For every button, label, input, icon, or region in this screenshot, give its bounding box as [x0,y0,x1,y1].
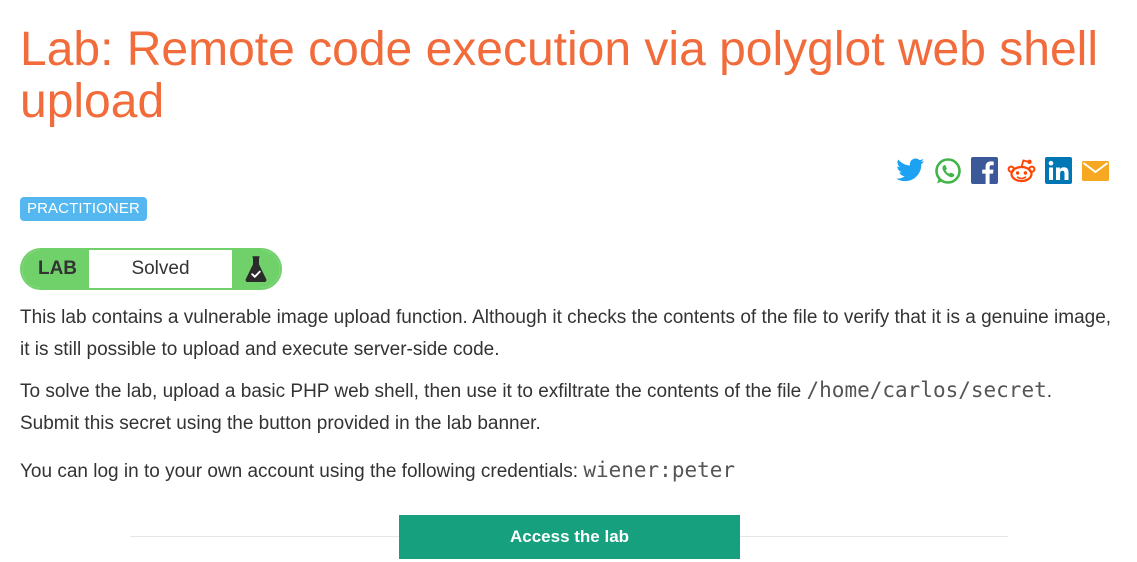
credentials: wiener:peter [583,458,736,482]
description-paragraph-1: This lab contains a vulnerable image upl… [20,307,1112,360]
level-badge: PRACTITIONER [20,197,147,221]
reddit-icon[interactable] [1007,156,1036,185]
email-icon[interactable] [1081,156,1110,185]
flask-check-icon [232,250,280,288]
facebook-icon[interactable] [970,156,999,185]
lab-status-text: Solved [131,258,190,279]
whatsapp-icon[interactable] [933,156,962,185]
share-bar [896,156,1110,185]
lab-page: Lab: Remote code execution via polyglot … [0,0,1137,562]
page-title: Lab: Remote code execution via polyglot … [20,23,1098,128]
secret-file-path: /home/carlos/secret [806,378,1047,402]
description-text: You can log in to your own account using… [20,461,584,482]
access-lab-button[interactable]: Access the lab [399,515,740,559]
linkedin-icon[interactable] [1044,156,1073,185]
description-text: To solve the lab, upload a basic PHP web… [20,381,807,402]
lab-status-widget: LAB Solved [20,248,282,290]
lab-status-tag: LAB [22,250,89,288]
description-paragraph-3: You can log in to your own account using… [20,454,1115,488]
twitter-icon[interactable] [896,156,925,185]
description-paragraph-2: To solve the lab, upload a basic PHP web… [20,374,1115,440]
